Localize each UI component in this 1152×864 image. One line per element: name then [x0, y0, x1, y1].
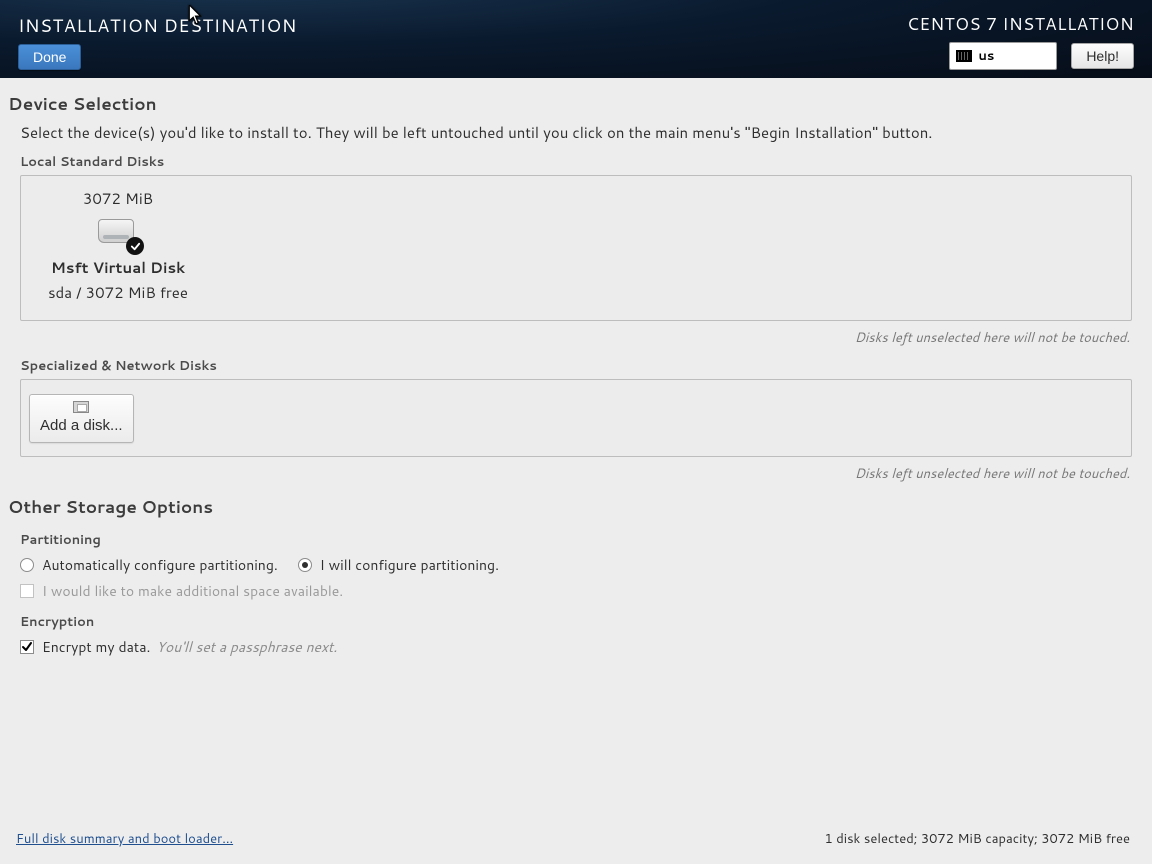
page-title: INSTALLATION DESTINATION — [18, 12, 297, 38]
checkbox-icon — [20, 584, 34, 598]
disk-drive-icon — [73, 401, 89, 413]
extra-space-label: I would like to make additional space av… — [42, 581, 343, 601]
keyboard-layout-selector[interactable]: us — [949, 42, 1057, 70]
header-left: INSTALLATION DESTINATION Done — [18, 8, 297, 72]
auto-partition-radio[interactable]: Automatically configure partitioning. — [20, 555, 278, 575]
encrypt-label: Encrypt my data. — [42, 637, 150, 657]
device-selection-intro: Select the device(s) you'd like to insta… — [20, 122, 1144, 143]
storage-options: Partitioning Automatically configure par… — [20, 529, 1144, 663]
encryption-row: Encrypt my data. You'll set a passphrase… — [20, 637, 1144, 657]
local-disks-hint: Disks left unselected here will not be t… — [8, 329, 1130, 347]
header-controls: us Help! — [949, 42, 1134, 70]
network-disks-hint: Disks left unselected here will not be t… — [8, 465, 1130, 483]
manual-partition-radio[interactable]: I will configure partitioning. — [298, 555, 499, 575]
network-disks-heading: Specialized & Network Disks — [20, 357, 1144, 375]
header-right: CENTOS 7 INSTALLATION us Help! — [907, 8, 1134, 72]
installer-name: CENTOS 7 INSTALLATION — [907, 12, 1134, 36]
footer: Full disk summary and boot loader... 1 d… — [8, 826, 1144, 858]
encrypt-checkbox[interactable]: Encrypt my data. — [20, 637, 150, 657]
manual-partition-label: I will configure partitioning. — [320, 555, 499, 575]
disk-size: 3072 MiB — [83, 188, 153, 209]
partitioning-heading: Partitioning — [20, 531, 1144, 549]
header-bar: INSTALLATION DESTINATION Done CENTOS 7 I… — [0, 0, 1152, 78]
disk-subtext: sda / 3072 MiB free — [48, 282, 188, 303]
help-button[interactable]: Help! — [1071, 43, 1134, 69]
radio-icon — [298, 558, 312, 572]
encryption-heading: Encryption — [20, 613, 1144, 631]
other-storage-heading: Other Storage Options — [8, 495, 1144, 519]
keyboard-icon — [956, 50, 972, 62]
network-disks-panel: Add a disk... — [20, 379, 1132, 457]
disk-summary-link[interactable]: Full disk summary and boot loader... — [16, 830, 233, 848]
add-disk-label: Add a disk... — [40, 417, 123, 434]
keyboard-layout-label: us — [978, 47, 994, 65]
disk-name: Msft Virtual Disk — [51, 257, 185, 278]
checkbox-icon — [20, 640, 34, 654]
local-disks-heading: Local Standard Disks — [20, 153, 1144, 171]
local-disks-panel: 3072 MiB Msft Virtual Disk sda / 3072 Mi… — [20, 175, 1132, 321]
radio-icon — [20, 558, 34, 572]
body: Device Selection Select the device(s) yo… — [0, 78, 1152, 864]
add-disk-button[interactable]: Add a disk... — [29, 394, 134, 443]
auto-partition-label: Automatically configure partitioning. — [42, 555, 278, 575]
partitioning-row: Automatically configure partitioning. I … — [20, 555, 1144, 575]
device-selection-heading: Device Selection — [8, 92, 1144, 116]
selection-summary: 1 disk selected; 3072 MiB capacity; 3072… — [824, 830, 1130, 848]
disk-item[interactable]: 3072 MiB Msft Virtual Disk sda / 3072 Mi… — [33, 188, 203, 303]
hard-disk-icon — [98, 219, 138, 249]
extra-space-checkbox: I would like to make additional space av… — [20, 581, 343, 601]
check-icon — [126, 237, 144, 255]
encrypt-hint: You'll set a passphrase next. — [156, 637, 337, 657]
extra-space-row: I would like to make additional space av… — [20, 581, 1144, 601]
done-button[interactable]: Done — [18, 44, 81, 70]
